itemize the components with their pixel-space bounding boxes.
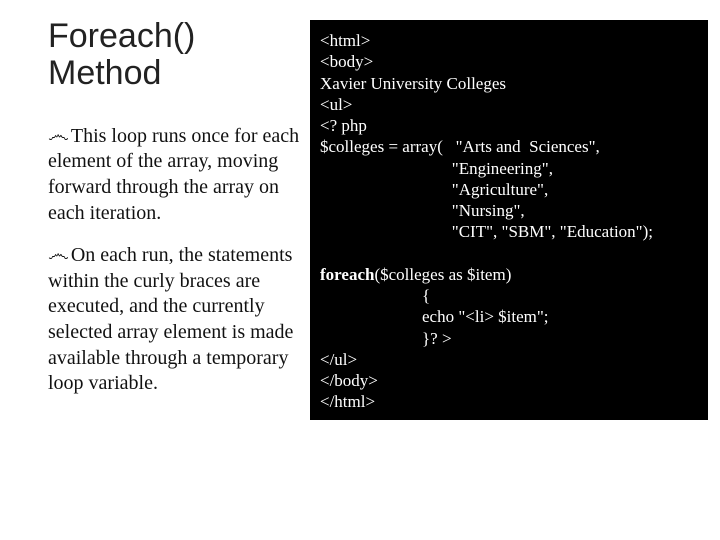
bullet-icon: ෴ <box>48 121 69 149</box>
bullet-text: This loop runs once for each element of … <box>48 125 299 224</box>
code-block: <html> <body> Xavier University Colleges… <box>310 20 708 420</box>
code-line: </ul> <box>320 350 357 369</box>
code-line: </html> <box>320 392 375 411</box>
bullet-item: ෴This loop runs once for each element of… <box>48 121 308 226</box>
code-keyword-foreach: foreach <box>320 265 374 284</box>
left-column: Foreach() Method ෴This loop runs once fo… <box>48 18 308 411</box>
code-line: }? > <box>320 329 452 348</box>
code-line: "CIT", "SBM", "Education"); <box>320 222 653 241</box>
code-line: $colleges = array( "Arts and Sciences", <box>320 137 600 156</box>
code-line: Xavier University Colleges <box>320 74 506 93</box>
bullet-item: ෴On each run, the statements within the … <box>48 240 308 397</box>
code-line: "Engineering", <box>320 159 553 178</box>
bullet-icon: ෴ <box>48 240 69 268</box>
code-line: "Agriculture", <box>320 180 548 199</box>
code-line: <body> <box>320 52 373 71</box>
code-line: <ul> <box>320 95 352 114</box>
code-line: <? php <box>320 116 367 135</box>
code-line: { <box>320 286 430 305</box>
slide: Foreach() Method ෴This loop runs once fo… <box>0 0 720 540</box>
slide-title: Foreach() Method <box>48 18 308 93</box>
code-line: <html> <box>320 31 370 50</box>
code-line: echo "<li> $item"; <box>320 307 549 326</box>
code-line: "Nursing", <box>320 201 525 220</box>
code-line: ($colleges as $item) <box>374 265 511 284</box>
bullet-text: On each run, the statements within the c… <box>48 244 293 394</box>
code-line: </body> <box>320 371 378 390</box>
